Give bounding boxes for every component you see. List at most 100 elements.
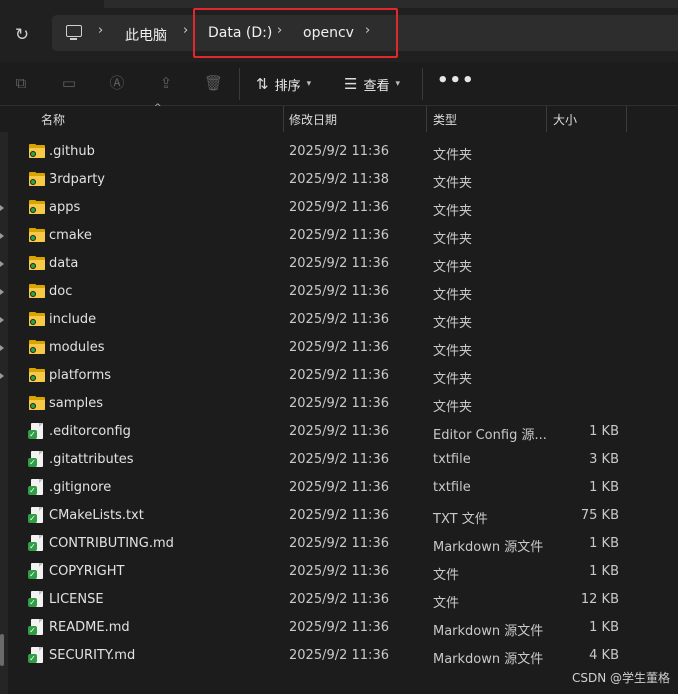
file-type: 文件夹 <box>433 232 473 247</box>
column-divider[interactable] <box>546 106 547 132</box>
view-button[interactable]: ☰ 查看 ▾ <box>344 73 400 95</box>
column-divider[interactable] <box>626 106 627 132</box>
file-date: 2025/9/2 11:36 <box>289 228 389 243</box>
file-size: 1 KB <box>589 480 619 495</box>
file-type: TXT 文件 <box>433 512 488 527</box>
file-name: apps <box>49 200 81 215</box>
rename-icon[interactable]: Ⓐ <box>108 74 126 92</box>
view-list-icon: ☰ <box>344 75 358 93</box>
file-name: platforms <box>49 368 112 383</box>
file-type: 文件 <box>433 596 460 611</box>
file-name: .gitignore <box>49 480 112 495</box>
breadcrumb-this-pc[interactable]: 此电脑 <box>125 25 167 45</box>
file-size: 12 KB <box>580 592 619 607</box>
file-icon: ✓ <box>28 619 45 635</box>
folder-icon <box>29 312 45 326</box>
file-type: 文件夹 <box>433 260 473 275</box>
delete-icon[interactable]: 🗑︎ <box>204 74 223 92</box>
sort-label: 排序 <box>274 78 301 94</box>
file-date: 2025/9/2 11:36 <box>289 536 389 551</box>
chevron-right-icon[interactable]: › <box>183 23 188 38</box>
file-date: 2025/9/2 11:36 <box>289 340 389 355</box>
toolbar-divider <box>422 68 423 100</box>
file-date: 2025/9/2 11:36 <box>289 284 389 299</box>
file-date: 2025/9/2 11:36 <box>289 200 389 215</box>
paste-icon[interactable]: ▭ <box>60 74 78 92</box>
file-date: 2025/9/2 11:36 <box>289 312 389 327</box>
file-date: 2025/9/2 11:36 <box>289 620 389 635</box>
file-name: CMakeLists.txt <box>49 508 144 523</box>
file-name: SECURITY.md <box>49 648 136 663</box>
file-type: 文件夹 <box>433 148 473 163</box>
file-name: 3rdparty <box>49 172 105 187</box>
file-name: data <box>49 256 79 271</box>
more-options-button[interactable]: ••• <box>437 72 475 90</box>
computer-icon[interactable] <box>66 25 82 40</box>
file-date: 2025/9/2 11:36 <box>289 452 389 467</box>
column-divider[interactable] <box>283 106 284 132</box>
column-name[interactable]: 名称 <box>41 111 65 128</box>
file-row[interactable]: samples 2025/9/2 11:36 文件夹 <box>0 390 678 418</box>
file-type: 文件夹 <box>433 316 473 331</box>
file-row[interactable]: ✓ .editorconfig 2025/9/2 11:36 Editor Confi… <box>0 418 678 446</box>
file-icon: ✓ <box>28 507 45 523</box>
file-size: 1 KB <box>589 424 619 439</box>
file-size: 1 KB <box>589 620 619 635</box>
file-row[interactable]: ✓ SECURITY.md 2025/9/2 11:36 Markdown 源文件 4 … <box>0 642 678 670</box>
file-type: txtfile <box>433 480 471 495</box>
file-date: 2025/9/2 11:36 <box>289 648 389 663</box>
folder-icon <box>29 144 45 158</box>
file-size: 75 KB <box>580 508 619 523</box>
file-list: .github 2025/9/2 11:36 文件夹 3rdparty 2025/9/2… <box>0 138 678 670</box>
file-icon: ✓ <box>28 535 45 551</box>
file-row[interactable]: include 2025/9/2 11:36 文件夹 <box>0 306 678 334</box>
column-type[interactable]: 类型 <box>433 111 457 128</box>
file-name: README.md <box>49 620 130 635</box>
file-row[interactable]: ✓ .gitignore 2025/9/2 11:36 txtfile 1 KB <box>0 474 678 502</box>
file-row[interactable]: data 2025/9/2 11:36 文件夹 <box>0 250 678 278</box>
file-row[interactable]: .github 2025/9/2 11:36 文件夹 <box>0 138 678 166</box>
file-type: 文件夹 <box>433 176 473 191</box>
file-row[interactable]: apps 2025/9/2 11:36 文件夹 <box>0 194 678 222</box>
file-row[interactable]: platforms 2025/9/2 11:36 文件夹 <box>0 362 678 390</box>
file-row[interactable]: doc 2025/9/2 11:36 文件夹 <box>0 278 678 306</box>
file-name: .github <box>49 144 95 159</box>
file-row[interactable]: modules 2025/9/2 11:36 文件夹 <box>0 334 678 362</box>
file-date: 2025/9/2 11:36 <box>289 256 389 271</box>
folder-icon <box>29 340 45 354</box>
file-icon: ✓ <box>28 451 45 467</box>
file-row[interactable]: ✓ CONTRIBUTING.md 2025/9/2 11:36 Markdown 源… <box>0 530 678 558</box>
file-name: modules <box>49 340 105 355</box>
file-row[interactable]: ✓ COPYRIGHT 2025/9/2 11:36 文件 1 KB <box>0 558 678 586</box>
folder-icon <box>29 256 45 270</box>
chevron-down-icon: ▾ <box>306 79 312 89</box>
file-type: Markdown 源文件 <box>433 624 544 639</box>
copy-icon[interactable]: ⧉ <box>12 74 30 92</box>
file-row[interactable]: ✓ .gitattributes 2025/9/2 11:36 txtfile 3 KB <box>0 446 678 474</box>
column-date[interactable]: 修改日期 <box>289 111 337 128</box>
file-row[interactable]: ✓ CMakeLists.txt 2025/9/2 11:36 TXT 文件 75 KB <box>0 502 678 530</box>
file-row[interactable]: ✓ README.md 2025/9/2 11:36 Markdown 源文件 1 KB <box>0 614 678 642</box>
file-type: Markdown 源文件 <box>433 540 544 555</box>
file-row[interactable]: 3rdparty 2025/9/2 11:38 文件夹 <box>0 166 678 194</box>
column-divider[interactable] <box>426 106 427 132</box>
file-type: Markdown 源文件 <box>433 652 544 667</box>
file-explorer-window: ↻ › 此电脑 › Data (D:) › opencv › ⧉ ▭ Ⓐ ⇪ 🗑… <box>0 0 678 694</box>
highlight-box <box>193 8 398 58</box>
file-row[interactable]: cmake 2025/9/2 11:36 文件夹 <box>0 222 678 250</box>
file-icon: ✓ <box>28 479 45 495</box>
file-type: Editor Config 源... <box>433 428 547 443</box>
file-type: 文件夹 <box>433 372 473 387</box>
file-row[interactable]: ✓ LICENSE 2025/9/2 11:36 文件 12 KB <box>0 586 678 614</box>
sort-button[interactable]: ⇅ 排序 ▾ <box>256 73 311 95</box>
file-date: 2025/9/2 11:36 <box>289 144 389 159</box>
chevron-right-icon[interactable]: › <box>98 23 103 38</box>
column-size[interactable]: 大小 <box>553 111 577 128</box>
command-bar: ⧉ ▭ Ⓐ ⇪ 🗑︎ ⇅ 排序 ▾ ☰ 查看 ▾ ••• <box>0 62 678 106</box>
folder-icon <box>29 396 45 410</box>
share-icon[interactable]: ⇪ <box>157 74 175 92</box>
refresh-icon[interactable]: ↻ <box>11 24 33 46</box>
folder-icon <box>29 200 45 214</box>
file-date: 2025/9/2 11:36 <box>289 508 389 523</box>
file-type: 文件夹 <box>433 204 473 219</box>
